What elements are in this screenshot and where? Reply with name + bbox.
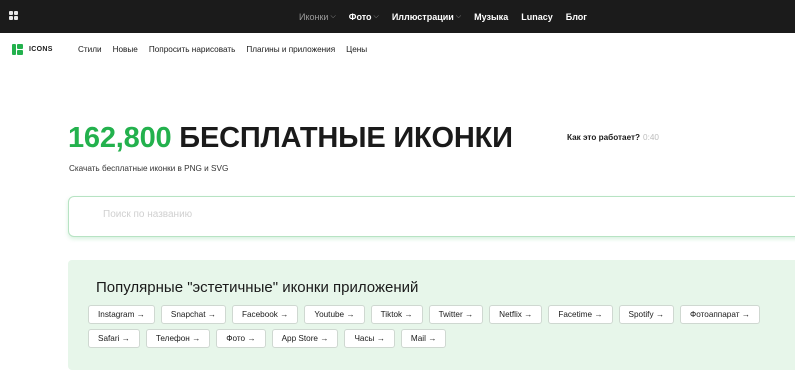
topnav-item-2[interactable]: Иллюстрации ⌵: [392, 12, 461, 22]
topnav-item-label: Фото: [348, 11, 372, 22]
popular-tag-chip[interactable]: Facetime →: [548, 305, 613, 324]
topnav-item-0[interactable]: Иконки ⌵: [299, 12, 336, 22]
popular-tag-chip[interactable]: Netflix →: [489, 305, 543, 324]
subnav-item-4[interactable]: Цены: [346, 45, 367, 54]
app-menu-icon[interactable]: [9, 11, 18, 20]
popular-tag-chip[interactable]: Facebook →: [231, 305, 299, 324]
topnav-item-3[interactable]: Музыка: [474, 12, 508, 22]
subnav-item-2[interactable]: Попросить нарисовать: [149, 45, 236, 54]
how-it-works-label[interactable]: Как это работает?: [567, 133, 640, 142]
subnav-item-0[interactable]: Стили: [78, 45, 102, 54]
chevron-down-icon: ⌵: [373, 12, 379, 20]
subnav-item-3[interactable]: Плагины и приложения: [246, 45, 335, 54]
video-duration: 0:40: [643, 133, 659, 142]
popular-tag-chip[interactable]: Tiktok →: [370, 305, 423, 324]
topnav-item-5[interactable]: Блог: [566, 12, 587, 22]
search-box[interactable]: [68, 196, 795, 237]
popular-tag-chip[interactable]: Youtube →: [304, 305, 365, 324]
popular-tag-chip[interactable]: Фото →: [216, 329, 266, 348]
popular-tags-list: Instagram → Snapchat → Facebook → Youtube →…: [88, 305, 768, 348]
top-navigation: Иконки ⌵ Фото ⌵ Иллюстрации ⌵ Музыка Lunacy Блог: [299, 0, 587, 33]
chevron-down-icon: ⌵: [330, 12, 336, 20]
popular-tag-chip[interactable]: Twitter →: [428, 305, 484, 324]
topnav-item-label: Музыка: [474, 11, 509, 22]
subnav-item-1[interactable]: Новые: [113, 45, 138, 54]
popular-tag-chip[interactable]: Часы →: [344, 329, 395, 348]
topnav-item-1[interactable]: Фото ⌵: [349, 12, 379, 22]
popular-section-heading: Популярные "эстетичные" иконки приложени…: [96, 279, 419, 296]
chevron-down-icon: ⌵: [455, 12, 462, 20]
brand-name: ICONS: [29, 46, 53, 53]
popular-aesthetic-icons-section: Популярные "эстетичные" иконки приложени…: [68, 260, 795, 370]
icon-count: 162,800: [68, 122, 172, 154]
popular-tag-chip[interactable]: Телефон →: [145, 329, 211, 348]
top-bar: Иконки ⌵ Фото ⌵ Иллюстрации ⌵ Музыка Lunacy Блог: [0, 0, 795, 33]
popular-tag-chip[interactable]: Instagram →: [88, 305, 155, 324]
topnav-item-label: Lunacy: [521, 11, 553, 22]
page-title-text: БЕСПЛАТНЫЕ ИКОНКИ: [171, 122, 513, 154]
topnav-item-label: Блог: [565, 11, 588, 22]
topnav-item-label: Иконки: [299, 11, 329, 22]
popular-tag-chip[interactable]: App Store →: [271, 329, 339, 348]
section-navigation: Стили Новые Попросить нарисовать Плагины и …: [78, 45, 367, 54]
how-it-works-link[interactable]: Как это работает? 0:40: [567, 133, 659, 142]
popular-tag-chip[interactable]: Фотоаппарат →: [680, 305, 760, 324]
popular-tag-chip[interactable]: Spotify →: [618, 305, 675, 324]
sub-navigation-bar: ICONS Стили Новые Попросить нарисовать Плаг…: [0, 33, 795, 67]
topnav-item-label: Иллюстрации: [391, 11, 454, 22]
topnav-item-4[interactable]: Lunacy: [521, 12, 553, 22]
brand-logo[interactable]: ICONS: [12, 44, 53, 55]
page-title: 162,800 БЕСПЛАТНЫЕ ИКОНКИ: [68, 122, 513, 155]
search-input[interactable]: [103, 209, 703, 220]
page-subtitle: Скачать бесплатные иконки в PNG и SVG: [69, 164, 229, 173]
popular-tag-chip[interactable]: Snapchat →: [160, 305, 226, 324]
icons8-logo-icon: [12, 44, 23, 55]
popular-tag-chip[interactable]: Mail →: [400, 329, 447, 348]
popular-tag-chip[interactable]: Safari →: [88, 329, 140, 348]
